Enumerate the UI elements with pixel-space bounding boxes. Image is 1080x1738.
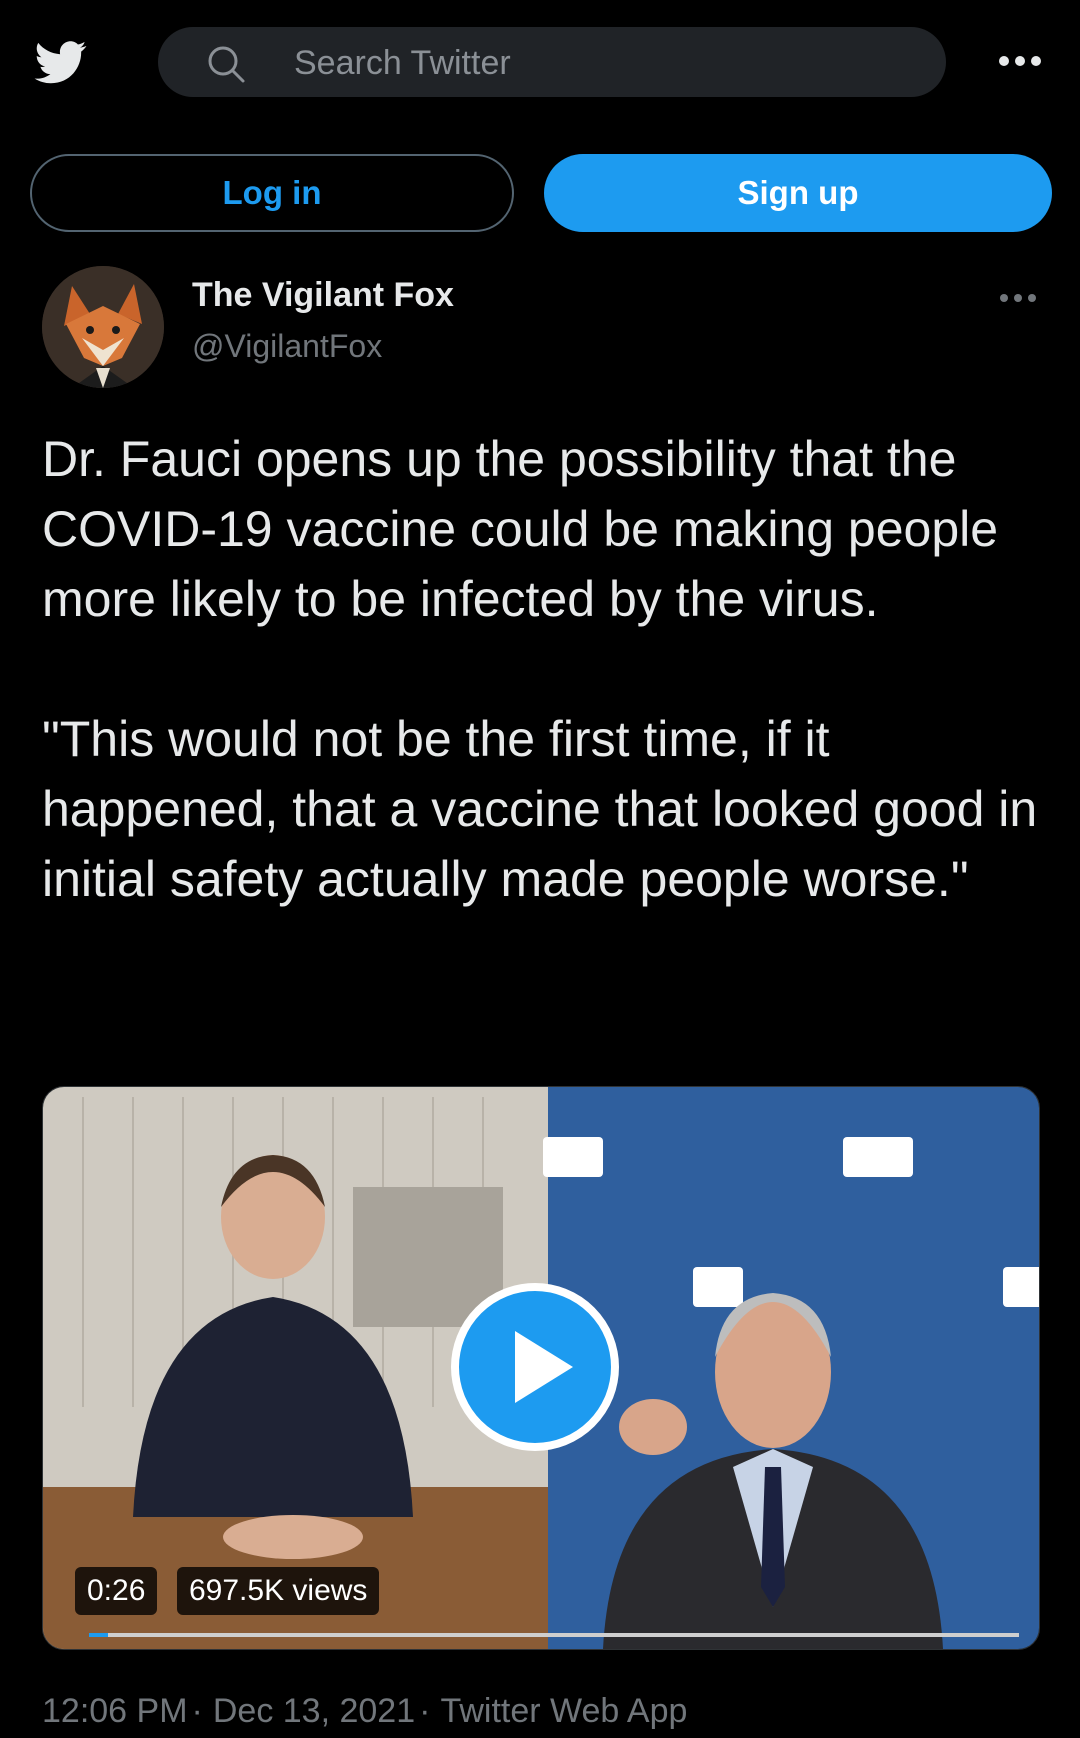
author-handle[interactable]: @VigilantFox xyxy=(192,328,382,365)
video-progress-bar[interactable] xyxy=(89,1633,1019,1637)
search-icon xyxy=(208,46,245,83)
tweet-more-icon[interactable] xyxy=(998,286,1038,310)
author-name[interactable]: The Vigilant Fox xyxy=(192,276,454,315)
more-horizontal-icon[interactable] xyxy=(998,46,1042,76)
tweet-metadata: 12:06 PM · Dec 13, 2021 · Twitter Web App xyxy=(42,1692,687,1731)
separator: · xyxy=(191,1692,203,1730)
tweet-date[interactable]: Dec 13, 2021 xyxy=(213,1692,415,1730)
play-icon[interactable] xyxy=(449,1281,621,1453)
video-progress-fill xyxy=(89,1633,108,1637)
top-bar xyxy=(0,0,1080,124)
twitter-bird-icon[interactable] xyxy=(30,36,92,88)
search-input[interactable] xyxy=(292,39,916,87)
avatar[interactable] xyxy=(42,266,164,388)
fox-avatar-icon xyxy=(42,266,164,388)
tweet-source[interactable]: Twitter Web App xyxy=(440,1692,687,1730)
tweet-time[interactable]: 12:06 PM xyxy=(42,1692,188,1730)
tweet-text: Dr. Fauci opens up the possibility that … xyxy=(42,431,1038,907)
video-views-badge: 697.5K views xyxy=(177,1567,380,1615)
search-bar[interactable] xyxy=(158,27,946,97)
log-in-button[interactable]: Log in xyxy=(30,154,514,232)
separator: · xyxy=(419,1692,431,1730)
video-duration-badge: 0:26 xyxy=(75,1567,158,1615)
sign-up-button[interactable]: Sign up xyxy=(544,154,1052,232)
video-player[interactable]: 0:26 697.5K views xyxy=(42,1086,1040,1650)
